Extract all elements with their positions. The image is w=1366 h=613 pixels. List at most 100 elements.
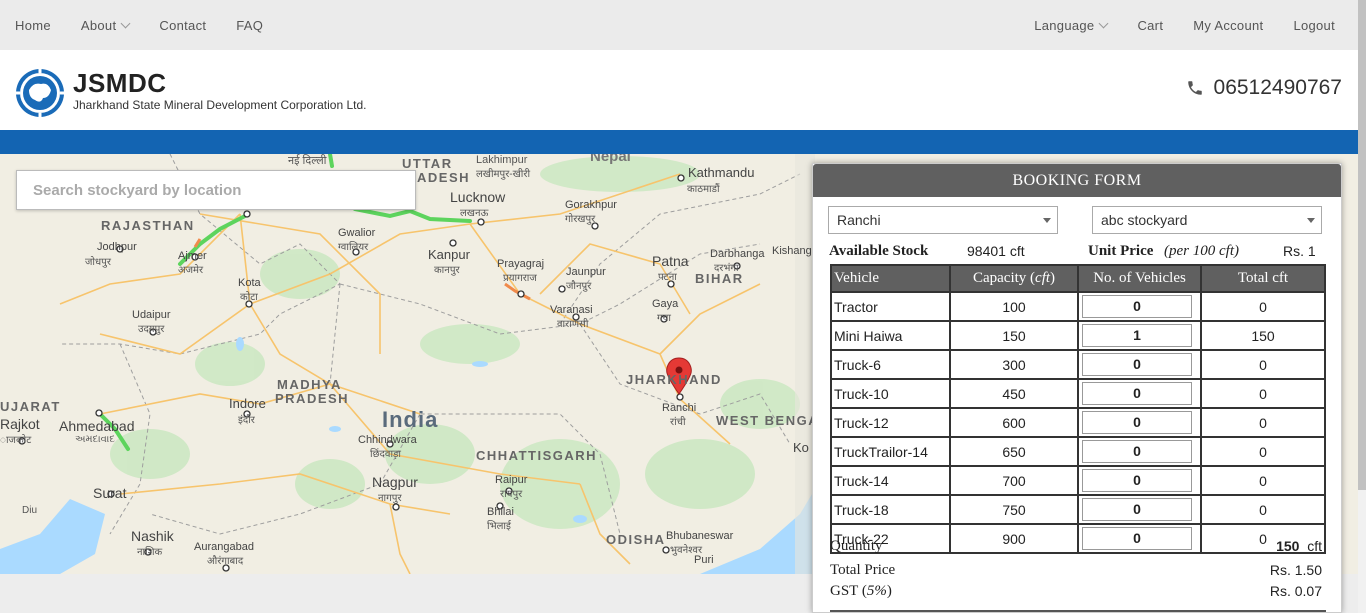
map-label-jharkhand: JHARKHAND — [626, 372, 722, 387]
vehicle-count-input[interactable]: 0 — [1082, 469, 1192, 492]
map-label-aurangabad: Aurangabad — [194, 541, 254, 553]
stockyard-select-value: abc stockyard — [1101, 212, 1188, 228]
vehicle-table: Vehicle Capacity (cft) No. of Vehicles T… — [830, 264, 1326, 554]
divider — [830, 610, 1326, 612]
vehicle-name: Truck-18 — [830, 494, 951, 525]
quantity-value: 150 — [1276, 538, 1300, 554]
map-label-jodhpur-hi: जोधपुर — [85, 257, 111, 268]
map-label-ahmedabad: Ahmedabad — [59, 418, 135, 434]
map-label-bhilai: Bhilai — [487, 506, 514, 518]
vehicle-count-cell: 0 — [1077, 436, 1202, 467]
map-label-kanpur-hi: कानपुर — [434, 265, 460, 276]
vehicle-name: Mini Haiwa — [830, 320, 951, 351]
map-label-indore: Indore — [229, 396, 266, 411]
map-label-raipur-hi: रायपुर — [500, 489, 523, 500]
map-label-bihar: BIHAR — [695, 271, 744, 286]
map-label-rajkot-hi: ाजकोट — [0, 435, 32, 446]
gst-value: Rs. 0.07 — [1269, 583, 1322, 599]
map-label-jaunpur-hi: जौनपुर — [566, 281, 592, 292]
nav-language-label: Language — [1034, 17, 1095, 33]
vehicle-row: Truck-18 750 0 0 — [830, 494, 1326, 525]
vehicle-capacity: 150 — [949, 320, 1079, 351]
gst-row: GST (5%) Rs. 0.07 — [830, 583, 1326, 600]
map-label-jodhpur: Jodhpur — [97, 241, 137, 253]
vehicle-row: TruckTrailor-14 650 0 0 — [830, 436, 1326, 467]
nav-faq[interactable]: FAQ — [236, 18, 263, 33]
map-label-varanasi-hi: वाराणसी — [557, 319, 589, 330]
available-stock-label: Available Stock — [829, 243, 929, 259]
vehicle-total-cft: 0 — [1200, 291, 1326, 322]
nav-language[interactable]: Language — [1034, 17, 1109, 33]
map-label-india: India — [382, 407, 439, 432]
map-label-udaipur: Udaipur — [132, 309, 171, 321]
jsmdc-logo-icon[interactable] — [15, 68, 65, 118]
vehicle-row: Truck-12 600 0 0 — [830, 407, 1326, 438]
map-label-nagpur: Nagpur — [372, 474, 418, 490]
brand: JSMDC Jharkhand State Mineral Developmen… — [73, 68, 367, 112]
nav-contact[interactable]: Contact — [159, 18, 206, 33]
phone-contact[interactable]: 06512490767 — [1186, 76, 1342, 100]
map-label-darbhanga: Darbhanga — [710, 248, 765, 260]
col-capacity: Capacity (cft) — [949, 264, 1079, 293]
dropdown-arrow-icon — [1043, 218, 1051, 223]
vehicle-capacity: 100 — [949, 291, 1079, 322]
map-label-chhattisgarh: CHHATTISGARH — [476, 448, 598, 463]
map-label-jaunpur: Jaunpur — [566, 266, 606, 278]
vehicle-count-input[interactable]: 0 — [1082, 295, 1192, 318]
quantity-label: Quantity — [830, 538, 883, 554]
vehicle-row: Truck-6 300 0 0 — [830, 349, 1326, 380]
map-label-madhya: MADHYA — [277, 377, 342, 392]
phone-icon — [1187, 81, 1202, 95]
vehicle-total-cft: 0 — [1200, 436, 1326, 467]
vehicle-count-input[interactable]: 1 — [1082, 324, 1192, 347]
top-nav-left: Home About Contact FAQ — [0, 18, 278, 33]
map-label-delhi-hi: नई दिल्ली — [288, 155, 327, 167]
vehicle-capacity: 600 — [949, 407, 1079, 438]
map-label-nashik: Nashik — [131, 528, 174, 544]
map-label-bhilai-hi: भिलाई — [487, 521, 511, 532]
scrollbar-thumb[interactable] — [1358, 0, 1366, 490]
stockyard-search-input[interactable]: Search stockyard by location — [16, 170, 416, 210]
vehicle-capacity: 650 — [949, 436, 1079, 467]
map-label-prayagraj-hi: प्रयागराज — [503, 273, 537, 284]
map-label-bhubaneswar: Bhubaneswar — [666, 530, 734, 542]
nav-home[interactable]: Home — [15, 18, 51, 33]
vehicle-total-cft: 0 — [1200, 494, 1326, 525]
map-label-kol-partial: Ko — [793, 440, 809, 455]
map-label-patna-hi: पटना — [658, 272, 677, 283]
blue-band — [0, 130, 1358, 154]
vehicle-count-input[interactable]: 0 — [1082, 498, 1192, 521]
map-label-ajmer-hi: अजमेर — [178, 265, 204, 276]
vehicle-count-input[interactable]: 0 — [1082, 440, 1192, 463]
nav-logout[interactable]: Logout — [1293, 18, 1335, 33]
vehicle-count-input[interactable]: 0 — [1082, 411, 1192, 434]
map-label-lucknow: Lucknow — [450, 189, 506, 205]
col-total: Total cft — [1200, 264, 1326, 293]
map-label-nepal: Nepal — [590, 154, 631, 165]
map-label-kishanganj: Kishang — [772, 245, 812, 257]
page-scrollbar[interactable] — [1358, 0, 1366, 613]
total-price-row: Total Price Rs. 1.50 — [830, 562, 1326, 579]
map-label-prayagraj: Prayagraj — [497, 258, 545, 270]
brand-full-name: Jharkhand State Mineral Development Corp… — [73, 98, 367, 112]
nav-about-label: About — [80, 17, 117, 33]
nav-my-account[interactable]: My Account — [1193, 18, 1263, 33]
nav-about[interactable]: About — [80, 17, 131, 33]
col-count: No. of Vehicles — [1077, 264, 1202, 293]
map-label-kathmandu: Kathmandu — [688, 165, 755, 180]
total-price-value: Rs. 1.50 — [1269, 562, 1322, 578]
chevron-down-icon — [1099, 18, 1109, 28]
vehicle-count-cell: 0 — [1077, 291, 1202, 322]
col-capacity-unit: cft — [1035, 270, 1051, 286]
nav-cart[interactable]: Cart — [1137, 18, 1163, 33]
total-price-label: Total Price — [830, 562, 896, 578]
map-label-gwalior-hi: ग्वालियर — [338, 242, 369, 253]
nav-logout-label: Logout — [1293, 17, 1335, 33]
map-label-nashik-hi: नाशिक — [137, 547, 163, 558]
vehicle-count-input[interactable]: 0 — [1082, 353, 1192, 376]
stockyard-select[interactable]: abc stockyard — [1092, 206, 1322, 234]
vehicle-count-input[interactable]: 0 — [1082, 382, 1192, 405]
map-label-gwalior: Gwalior — [338, 227, 376, 239]
district-select[interactable]: Ranchi — [828, 206, 1058, 234]
vehicle-name: Truck-14 — [830, 465, 951, 496]
